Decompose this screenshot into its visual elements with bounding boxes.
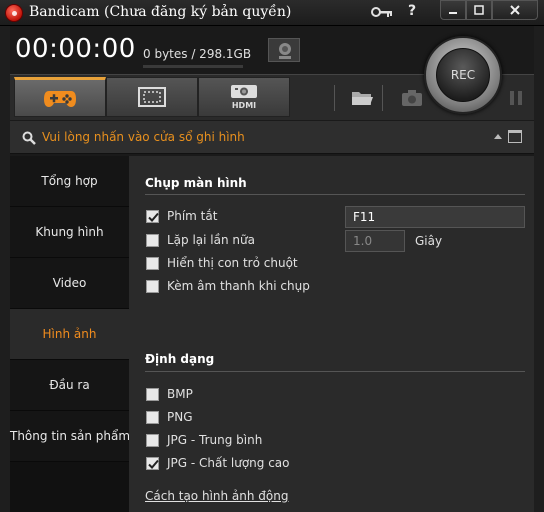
- pause-button[interactable]: [502, 85, 530, 111]
- png-checkbox[interactable]: [146, 411, 159, 424]
- bandicam-logo-icon: [5, 4, 23, 22]
- jpg-high-label: JPG - Chất lượng cao: [167, 456, 290, 470]
- screen-rect-icon: [138, 87, 166, 107]
- close-button[interactable]: [492, 0, 538, 20]
- sound-label: Kèm âm thanh khi chụp: [167, 279, 310, 293]
- rec-button[interactable]: REC: [424, 36, 502, 114]
- hotkey-label: Phím tắt: [167, 209, 218, 223]
- hint-text: Vui lòng nhấn vào cửa sổ ghi hình: [42, 130, 245, 144]
- camera-icon: [402, 90, 422, 106]
- capture-section-title: Chụp màn hình: [145, 176, 247, 190]
- tab-hdmi-mode[interactable]: HDMI: [198, 77, 290, 117]
- repeat-unit-label: Giây: [415, 234, 443, 248]
- sidebar-item-output[interactable]: Đầu ra: [10, 360, 129, 411]
- repeat-checkbox[interactable]: [146, 234, 159, 247]
- tab-game-mode[interactable]: [14, 77, 106, 117]
- cursor-checkbox[interactable]: [146, 257, 159, 270]
- image-settings-panel: Chụp màn hình Phím tắt F11 Lặp lại lần n…: [129, 156, 534, 512]
- storage-bar: [143, 65, 243, 68]
- window-mode-icon[interactable]: [508, 130, 522, 143]
- webcam-icon: [279, 43, 291, 59]
- sound-checkbox[interactable]: [146, 280, 159, 293]
- hdmi-device-icon: HDMI: [231, 85, 257, 110]
- check-icon: [148, 212, 159, 222]
- window-frame-right: [534, 26, 544, 512]
- jpg-high-checkbox[interactable]: [146, 457, 159, 470]
- section-divider: [145, 194, 525, 195]
- bmp-label: BMP: [167, 387, 193, 401]
- target-hint-bar[interactable]: Vui lòng nhấn vào cửa sổ ghi hình: [10, 120, 534, 154]
- hotkey-field[interactable]: F11: [345, 206, 525, 228]
- cursor-label: Hiển thị con trỏ chuột: [167, 256, 298, 270]
- rec-label: REC: [436, 48, 490, 102]
- section-divider: [145, 371, 525, 372]
- open-folder-button[interactable]: [348, 85, 376, 111]
- pause-icon: [510, 91, 522, 105]
- tab-screen-mode[interactable]: [106, 77, 198, 117]
- minimize-button[interactable]: [440, 0, 466, 20]
- webcam-button[interactable]: [268, 38, 300, 62]
- gamepad-icon: [44, 91, 76, 107]
- repeat-label: Lặp lại lần nữa: [167, 233, 255, 247]
- window-title: Bandicam (Chưa đăng ký bản quyền): [29, 4, 292, 20]
- help-icon[interactable]: ?: [404, 3, 420, 21]
- screenshot-button[interactable]: [398, 85, 426, 111]
- maximize-button[interactable]: [466, 0, 492, 20]
- svg-text:HDMI: HDMI: [232, 101, 256, 110]
- collapse-up-icon[interactable]: [494, 134, 502, 139]
- jpg-medium-checkbox[interactable]: [146, 434, 159, 447]
- sidebar-item-video[interactable]: Video: [10, 258, 129, 309]
- key-icon[interactable]: [371, 4, 393, 20]
- recording-timer: 00:00:00: [15, 34, 136, 64]
- search-icon: [22, 131, 36, 145]
- format-section-title: Định dạng: [145, 352, 215, 366]
- toolbar-separator: [334, 85, 335, 111]
- sidebar-item-general[interactable]: Tổng hợp: [10, 156, 129, 207]
- bmp-checkbox[interactable]: [146, 388, 159, 401]
- sidebar-item-about[interactable]: Thông tin sản phẩm: [10, 411, 130, 462]
- hotkey-checkbox[interactable]: [146, 210, 159, 223]
- check-icon: [148, 459, 159, 469]
- sidebar-item-image[interactable]: Hình ảnh: [10, 309, 129, 360]
- settings-sidebar: Tổng hợp Khung hình Video Hình ảnh Đầu r…: [10, 156, 130, 512]
- jpg-medium-label: JPG - Trung bình: [167, 433, 263, 447]
- toolbar-separator: [382, 85, 383, 111]
- storage-info: 0 bytes / 298.1GB: [143, 47, 252, 61]
- png-label: PNG: [167, 410, 193, 424]
- sidebar-item-fps[interactable]: Khung hình: [10, 207, 129, 258]
- title-bar: Bandicam (Chưa đăng ký bản quyền) ?: [0, 0, 544, 26]
- repeat-interval-field[interactable]: 1.0: [345, 230, 405, 252]
- window-frame-left: [0, 26, 10, 512]
- animated-image-link[interactable]: Cách tạo hình ảnh động: [145, 489, 289, 503]
- folder-icon: [352, 92, 373, 105]
